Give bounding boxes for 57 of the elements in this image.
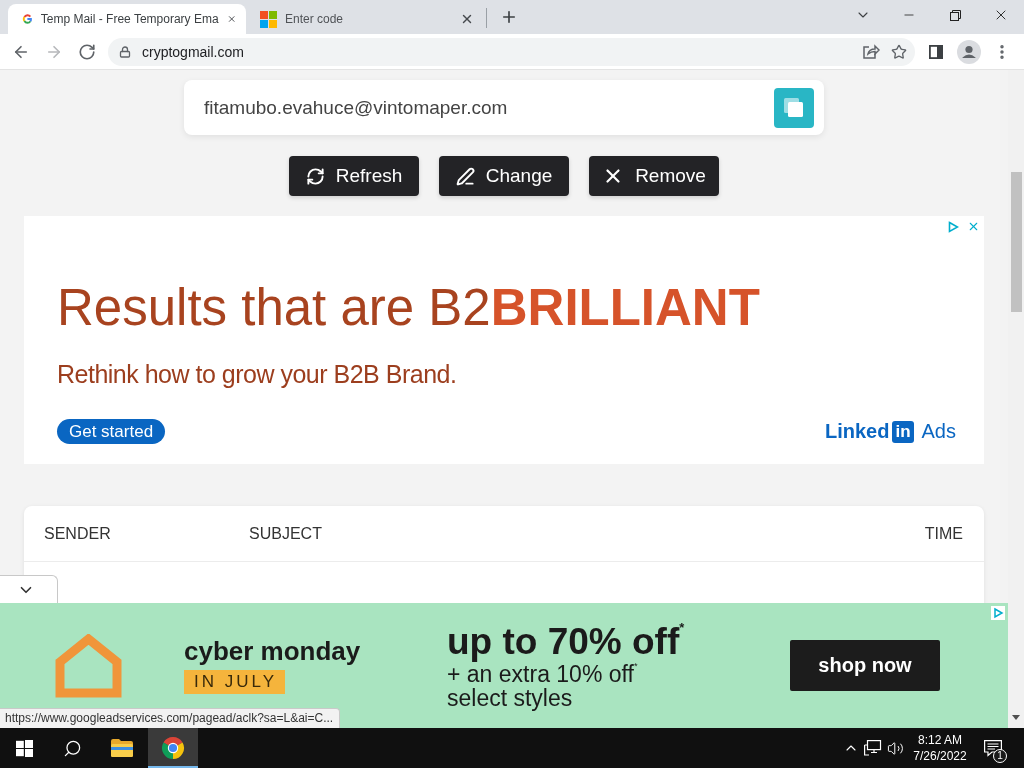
ad-offer-note: select styles	[447, 685, 574, 710]
pen-icon	[455, 166, 475, 186]
folder-icon	[111, 739, 133, 757]
ad-offer: up to 70% off$^{*}$	[447, 621, 686, 662]
scrollbar-thumb[interactable]	[1010, 172, 1022, 312]
notification-badge: 1	[993, 749, 1007, 763]
browser-tab[interactable]: Temp Mail - Free Temporary Ema	[8, 4, 246, 34]
remove-button[interactable]: Remove	[589, 156, 719, 196]
column-header: TIME	[924, 524, 963, 543]
share-icon[interactable]	[863, 44, 880, 59]
get-started-button[interactable]: Get started	[57, 419, 166, 444]
brand-suffix: Ads	[921, 420, 956, 443]
house-icon	[55, 633, 122, 698]
brand-badge: in	[892, 420, 914, 443]
ad-subline: Rethink how to grow your B2B Brand.	[57, 359, 458, 389]
reload-icon[interactable]	[78, 42, 96, 61]
ad-title: cyber monday	[184, 637, 362, 665]
profile-icon[interactable]	[957, 39, 981, 64]
status-url: https://www.googleadservices.com/pagead/aclk?sa=L&ai=C...	[0, 708, 341, 728]
side-panel-icon[interactable]	[929, 44, 943, 59]
taskbar-button[interactable]	[148, 728, 198, 768]
brand-name: Linked	[824, 420, 890, 443]
clock[interactable]: 8:12 AM 7/26/2022	[908, 732, 972, 764]
star-icon[interactable]	[891, 43, 907, 60]
refresh-icon	[305, 166, 325, 186]
adchoices-icon[interactable]	[948, 220, 959, 233]
ad-offer-detail: + an extra 10% off$^{*}$	[447, 661, 639, 686]
adchoices-icon[interactable]	[991, 606, 1005, 620]
restore-icon[interactable]	[949, 9, 961, 21]
notification-icon[interactable]	[984, 739, 1002, 757]
network-icon[interactable]	[864, 740, 882, 756]
change-button[interactable]: Change	[439, 156, 569, 196]
clock-date: 7/26/2022	[913, 748, 967, 764]
promo-tag: IN JULY	[184, 670, 286, 694]
address-url: cryptogmail.com	[142, 43, 245, 60]
lock-icon	[119, 45, 131, 58]
address-bar[interactable]: cryptogmail.com	[108, 37, 915, 66]
browser-tab[interactable]: Enter code	[246, 4, 484, 34]
copy-icon	[783, 96, 805, 119]
column-header: SENDER	[44, 524, 112, 543]
g-logo-icon	[22, 11, 33, 27]
tab-title: Temp Mail - Free Temporary Ema	[40, 12, 219, 26]
start-icon	[15, 739, 33, 757]
four-squares-icon	[260, 10, 277, 28]
plus-icon[interactable]	[500, 8, 518, 26]
email-address: fitamubo.evahuce@vintomaper.com	[204, 96, 508, 119]
volume-icon[interactable]	[886, 739, 904, 757]
close-icon[interactable]	[460, 12, 474, 26]
shop-now-button[interactable]: shop now	[790, 640, 940, 691]
clock-time: 8:12 AM	[918, 732, 962, 748]
tab-title: Enter code	[285, 12, 345, 26]
search-icon	[62, 738, 82, 758]
refresh-button[interactable]: Refresh	[289, 156, 419, 196]
scroll-down-arrow-icon[interactable]	[1012, 715, 1020, 720]
ad-headline: Results that are B2BRILLIANT	[57, 278, 761, 338]
browser-icon	[161, 736, 185, 760]
column-header: SUBJECT	[249, 524, 323, 543]
